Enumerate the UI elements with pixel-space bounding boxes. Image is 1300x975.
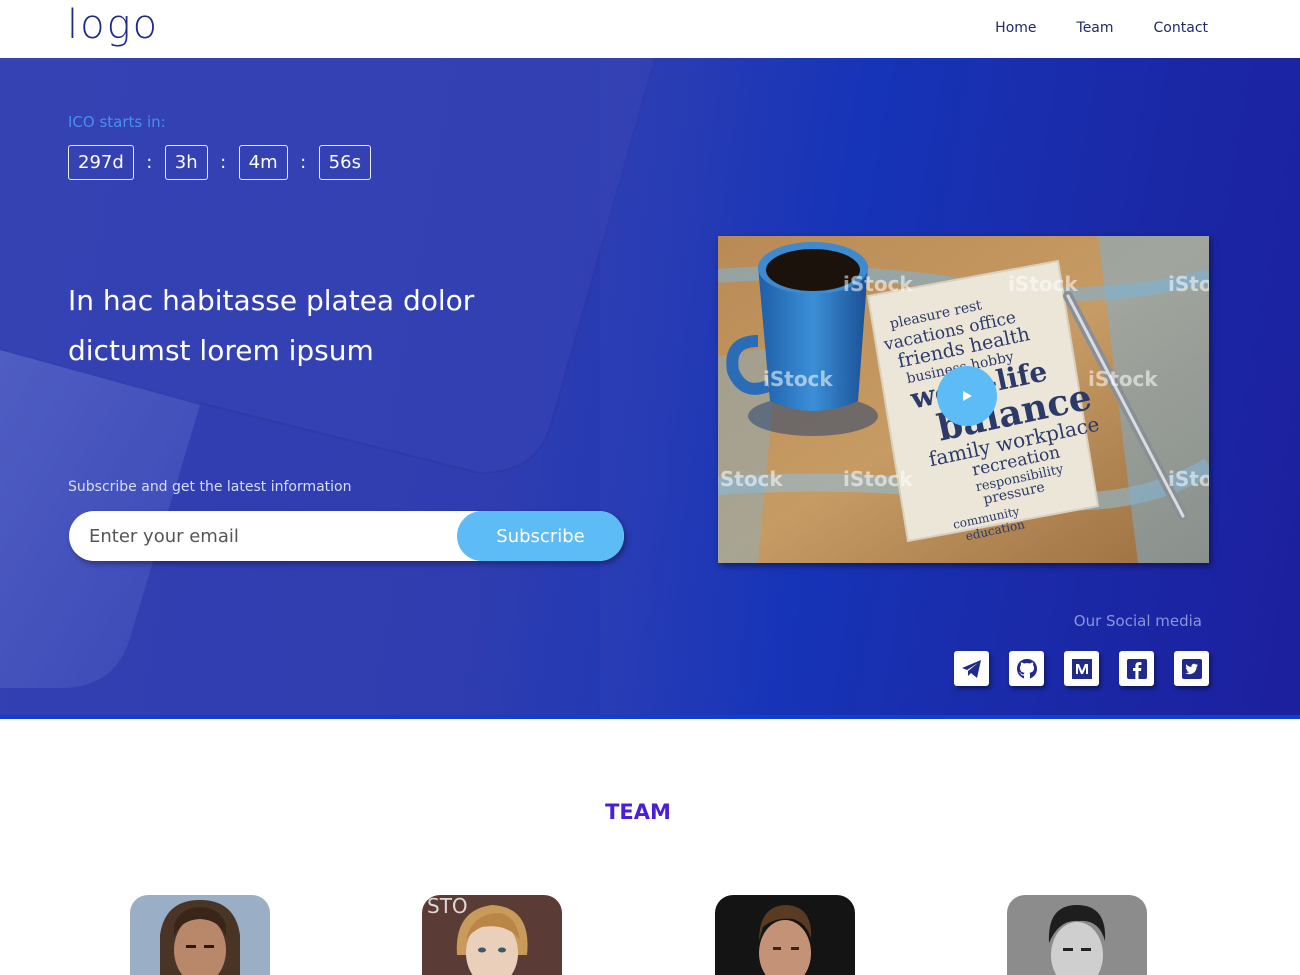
watermark: iStock [1008,272,1078,296]
medium-icon[interactable] [1064,651,1099,686]
team-member-avatar [715,895,855,975]
site-header: logo Home Team Contact [0,0,1300,58]
facebook-icon[interactable] [1119,651,1154,686]
hero-divider [0,715,1300,719]
hero-section: ICO starts in: 297d : 3h : 4m : 56s In h… [0,58,1300,719]
countdown-hours: 3h [164,145,208,180]
watermark: iStock [843,467,913,491]
watermark: iStock [763,367,833,391]
nav-team[interactable]: Team [1077,20,1114,36]
watermark: iStock [718,467,783,491]
video-player[interactable]: pleasure rest vacations office friends h… [718,236,1209,563]
email-input[interactable] [69,511,469,561]
nav-contact[interactable]: Contact [1154,20,1208,36]
hero-headline: In hac habitasse platea dolor dictumst l… [68,284,475,367]
team-member-avatar: STO [422,895,562,975]
countdown-separator: : [220,152,227,173]
svg-text:STO: STO [427,895,468,918]
subscribe-label: Subscribe and get the latest information [68,479,352,495]
telegram-icon[interactable] [954,651,989,686]
nav-home[interactable]: Home [995,20,1036,36]
main-nav: Home Team Contact [995,20,1208,36]
countdown-separator: : [300,152,307,173]
watermark: iStock [1168,272,1209,296]
countdown-seconds: 56s [318,145,371,180]
countdown-minutes: 4m [238,145,288,180]
watermark: iStock [1168,467,1209,491]
play-icon [963,391,972,401]
social-label: Our Social media [1073,612,1202,630]
play-button[interactable] [937,366,997,426]
subscribe-form: Subscribe [69,511,624,561]
subscribe-button[interactable]: Subscribe [457,511,624,561]
watermark: iStock [843,272,913,296]
twitter-icon[interactable] [1174,651,1209,686]
github-icon[interactable] [1009,651,1044,686]
watermark: iStock [1088,367,1158,391]
countdown-days: 297d [68,145,134,180]
team-member-avatar [130,895,270,975]
social-links [954,651,1209,686]
countdown-separator: : [146,152,153,173]
countdown-timer: 297d : 3h : 4m : 56s [68,145,371,180]
team-title: TEAM [605,800,671,824]
team-member-avatar [1007,895,1147,975]
countdown-label: ICO starts in: [68,113,166,131]
logo[interactable]: logo [67,2,159,48]
